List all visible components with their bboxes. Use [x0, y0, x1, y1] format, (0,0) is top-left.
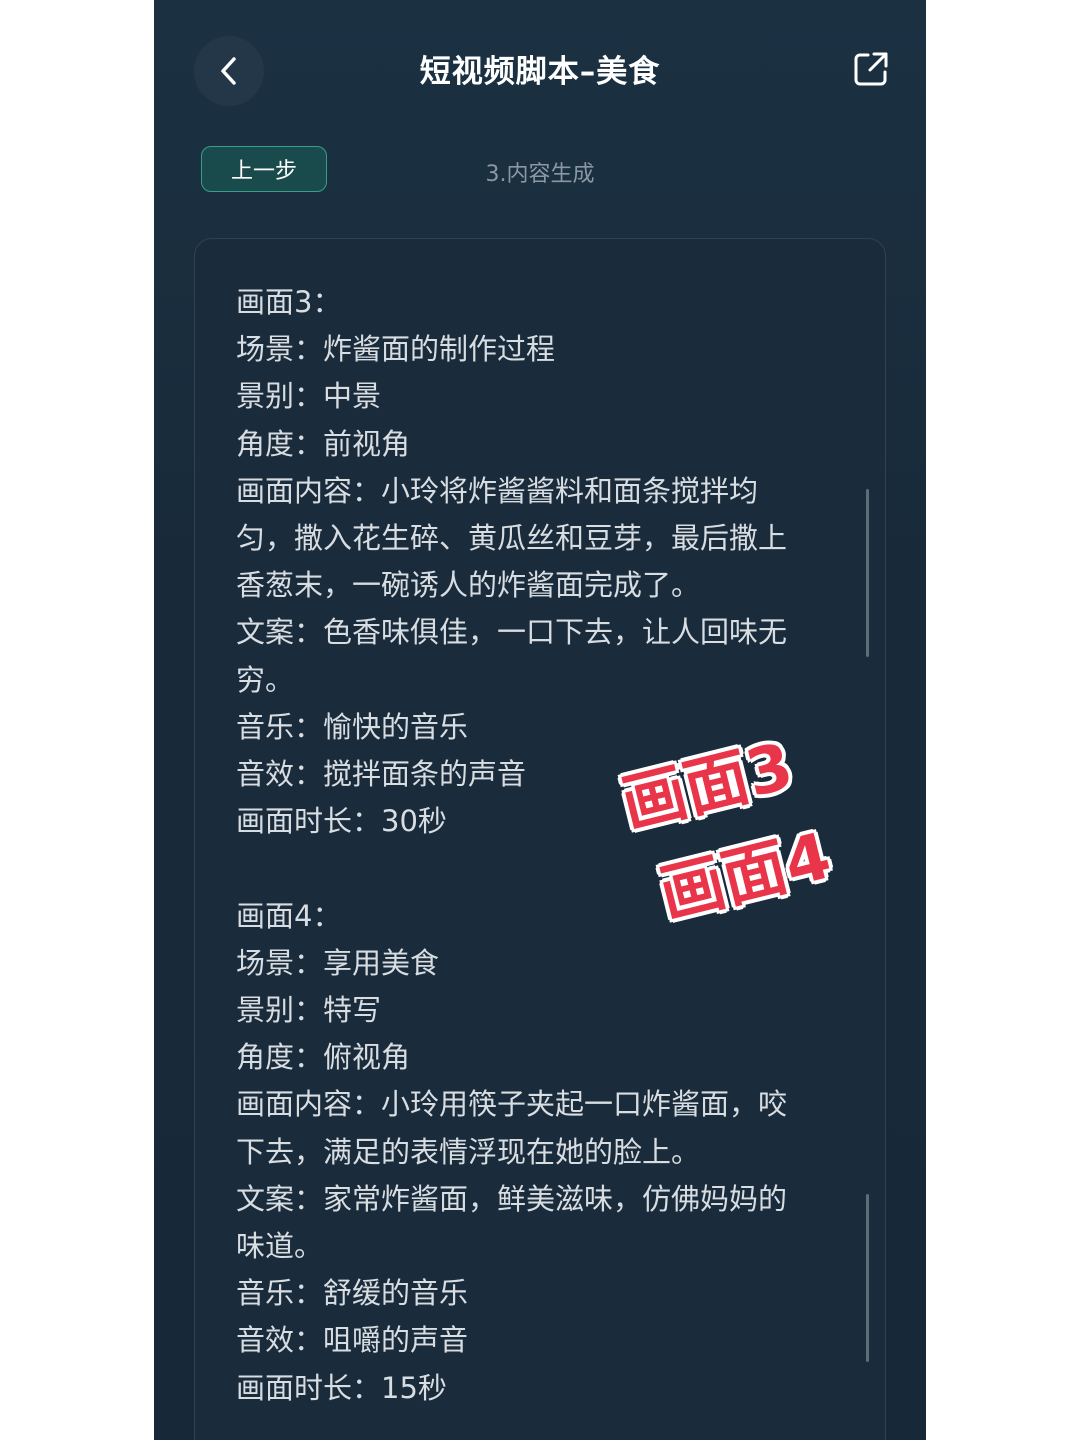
step-indicator: 3.内容生成: [485, 162, 595, 187]
scene-angle: 角度：前视角: [236, 426, 411, 461]
app-screen: 短视频脚本–美食 上一步 3.内容生成 画面3： 场景：炸酱面的制作过程 景别：…: [154, 0, 926, 1440]
scene-content: 匀，撒入花生碎、黄瓜丝和豆芽，最后撒上: [236, 521, 788, 556]
scene-content: 香葱末，一碗诱人的炸酱面完成了。: [236, 568, 701, 603]
scene-sfx: 音效：咀嚼的声音: [236, 1323, 469, 1358]
scrollbar[interactable]: [866, 1194, 869, 1362]
page-title: 短视频脚本–美食: [419, 54, 661, 90]
scene-location: 场景：炸酱面的制作过程: [236, 332, 556, 367]
scene-content: 下去，满足的表情浮现在她的脸上。: [236, 1134, 701, 1169]
scene-music: 音乐：舒缓的音乐: [236, 1276, 469, 1311]
scene-content: 画面内容：小玲将炸酱酱料和面条搅拌均: [236, 473, 759, 508]
scene-copy: 穷。: [236, 662, 295, 697]
scene-duration: 画面时长：15秒: [236, 1370, 447, 1405]
scene-block-4: 画面4： 场景：享用美食 景别：特写 角度：俯视角 画面内容：小玲用筷子夹起一口…: [236, 893, 836, 1412]
scene-copy: 味道。: [236, 1229, 324, 1264]
share-button[interactable]: [852, 50, 890, 88]
scene-location: 场景：享用美食: [236, 945, 440, 980]
scene-shot: 景别：特写: [236, 993, 382, 1028]
scrollbar[interactable]: [866, 489, 869, 657]
scene-angle: 角度：俯视角: [236, 1040, 411, 1075]
scene-content: 画面内容：小玲用筷子夹起一口炸酱面，咬: [236, 1087, 788, 1122]
scene-heading: 画面3：: [236, 285, 342, 319]
scene-copy: 文案：家常炸酱面，鲜美滋味，仿佛妈妈的: [236, 1181, 788, 1216]
scene-copy: 文案：色香味俱佳，一口下去，让人回味无: [236, 615, 788, 650]
external-share-icon: [854, 52, 888, 86]
scene-shot: 景别：中景: [236, 379, 382, 414]
